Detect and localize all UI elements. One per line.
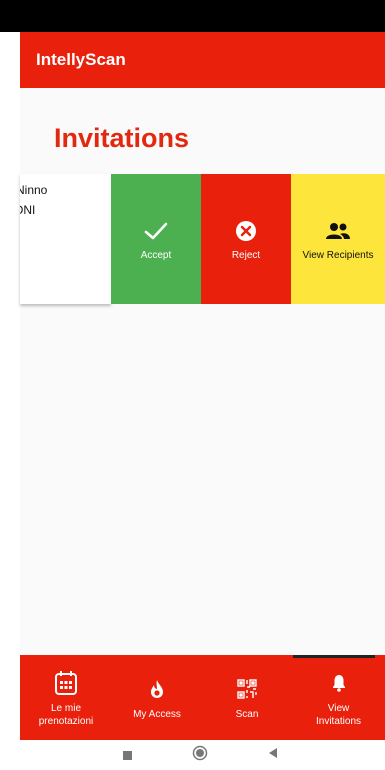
app-bar: IntellyScan — [20, 32, 385, 88]
accept-label: Accept — [140, 249, 172, 261]
nav-label: My Access — [133, 709, 181, 720]
system-navigation-bar — [0, 740, 385, 770]
reject-label: Reject — [231, 249, 261, 261]
bottom-navigation: Le mie prenotazioni My Access Scan View … — [20, 655, 385, 740]
people-icon — [325, 218, 351, 244]
home-button[interactable] — [188, 740, 212, 770]
app-title: IntellyScan — [36, 50, 126, 69]
reject-button[interactable]: Reject — [201, 174, 291, 304]
nav-label: View Invitations — [315, 702, 362, 727]
nav-label: Le mie prenotazioni — [38, 702, 94, 727]
square-icon — [122, 750, 132, 760]
flame-icon — [149, 674, 165, 704]
nav-item-le-mie-prenotazioni[interactable]: Le mie prenotazioni — [20, 655, 112, 740]
invitation-name-line: Ninno — [20, 183, 48, 197]
nav-item-my-access[interactable]: My Access — [112, 655, 202, 740]
page-title: Invitations — [54, 123, 190, 153]
back-triangle-icon — [268, 746, 278, 764]
invitations-page: Invitations Ninno ONI Accept Reject View… — [20, 88, 385, 655]
invitation-row[interactable]: Ninno ONI Accept Reject View Recipients — [20, 174, 385, 304]
invitation-surname-line: ONI — [20, 203, 36, 217]
close-circle-icon — [235, 218, 257, 244]
bell-icon — [332, 668, 346, 698]
qr-code-icon — [237, 674, 257, 704]
circle-icon — [192, 745, 208, 766]
accept-button[interactable]: Accept — [111, 174, 201, 304]
nav-item-scan[interactable]: Scan — [202, 655, 292, 740]
nav-label: Scan — [235, 709, 259, 720]
view-recipients-button[interactable]: View Recipients — [291, 174, 385, 304]
check-icon — [144, 218, 168, 244]
back-button[interactable] — [261, 740, 285, 770]
invitation-card[interactable]: Ninno ONI — [20, 174, 111, 304]
calendar-icon — [54, 668, 78, 698]
left-gutter — [0, 32, 20, 770]
view-recipients-label: View Recipients — [302, 249, 374, 261]
nav-item-view-invitations[interactable]: View Invitations — [292, 655, 385, 740]
status-bar — [0, 0, 385, 32]
recents-button[interactable] — [115, 740, 139, 770]
